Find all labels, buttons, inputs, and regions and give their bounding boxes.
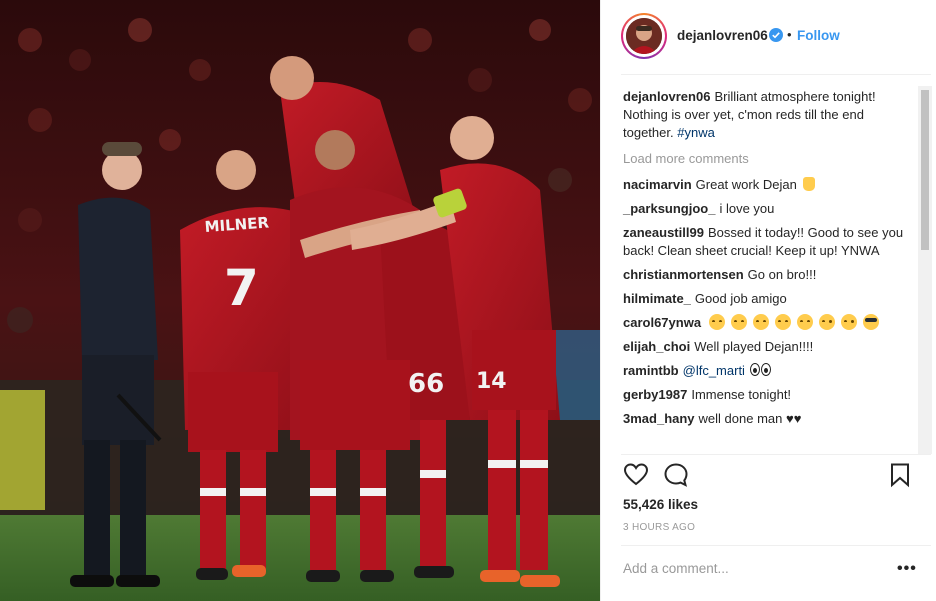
comment-text: well done man xyxy=(698,411,783,426)
black-heart-icon: ♥♥ xyxy=(786,411,802,426)
post-photo[interactable]: MILNER 7 66 14 xyxy=(0,0,600,601)
like-heart-icon[interactable] xyxy=(623,462,649,488)
comment-username[interactable]: zaneaustill99 xyxy=(623,225,704,240)
instagram-post: MILNER 7 66 14 dejanlovren06 • Follow de… xyxy=(0,0,936,601)
sunglasses-emoji-icon xyxy=(862,314,879,330)
post-timestamp[interactable]: 3 HOURS AGO xyxy=(623,522,695,533)
comment-username[interactable]: nacimarvin xyxy=(623,177,692,192)
hugging-emoji-icon xyxy=(774,314,791,330)
divider xyxy=(621,454,931,455)
comment-username[interactable]: 3mad_hany xyxy=(623,411,695,426)
save-bookmark-icon[interactable] xyxy=(887,462,913,488)
hugging-emoji-icon xyxy=(752,314,769,330)
comment-item: _parksungjoo_ i love you xyxy=(623,200,913,218)
hugging-emoji-icon xyxy=(708,314,725,330)
add-comment-input[interactable]: Add a comment... xyxy=(623,561,883,576)
comment-item: nacimarvin Great work Dejan xyxy=(623,176,913,194)
comments-scrollbar[interactable] xyxy=(918,86,932,454)
post-header: dejanlovren06 • Follow xyxy=(601,0,936,74)
comment-text: Go on bro!!! xyxy=(747,267,817,282)
comments-list: dejanlovren06 Brilliant atmosphere tonigh… xyxy=(623,88,913,434)
avatar[interactable] xyxy=(626,18,662,54)
comment-item: elijah_choi Well played Dejan!!!! xyxy=(623,338,913,356)
comment-username[interactable]: gerby1987 xyxy=(623,387,687,402)
comment-username[interactable]: christianmortensen xyxy=(623,267,744,282)
kissing-emoji-icon xyxy=(818,314,835,330)
eyes-emoji-icon xyxy=(760,363,771,376)
scrollbar-thumb[interactable] xyxy=(921,90,929,250)
shirt-number-print: 7 xyxy=(224,259,259,317)
comment-text: i love you xyxy=(719,201,775,216)
post-actions xyxy=(621,462,921,492)
avatar-story-ring[interactable] xyxy=(621,13,667,59)
post-side-panel: dejanlovren06 • Follow dejanlovren06 Bril… xyxy=(600,0,936,601)
comment-text: Well played Dejan!!!! xyxy=(694,339,814,354)
comment-username[interactable]: carol67ynwa xyxy=(623,315,701,330)
comment-mention[interactable]: @lfc_marti xyxy=(683,363,745,378)
follow-button[interactable]: Follow xyxy=(797,28,840,43)
caption-username[interactable]: dejanlovren06 xyxy=(623,89,710,104)
comment-text: Immense tonight! xyxy=(691,387,792,402)
hugging-emoji-icon xyxy=(730,314,747,330)
comment-item: carol67ynwa xyxy=(623,314,913,332)
load-more-comments-link[interactable]: Load more comments xyxy=(623,150,913,168)
kissing-emoji-icon xyxy=(840,314,857,330)
comment-item: gerby1987 Immense tonight! xyxy=(623,386,913,404)
comment-item: zaneaustill99 Bossed it today!! Good to s… xyxy=(623,224,913,260)
comment-item: hilmimate_ Good job amigo xyxy=(623,290,913,308)
shorts-number-print-2: 14 xyxy=(476,369,507,394)
divider xyxy=(621,74,931,75)
verified-badge-icon xyxy=(769,28,783,42)
raised-hand-emoji-icon xyxy=(803,177,816,191)
comment-item: 3mad_hany well done man ♥♥ xyxy=(623,410,913,428)
comment-username[interactable]: ramintbb xyxy=(623,363,679,378)
hugging-emoji-icon xyxy=(796,314,813,330)
comment-text: Good job amigo xyxy=(694,291,787,306)
comment-username[interactable]: _parksungjoo_ xyxy=(623,201,715,216)
comment-item: christianmortensen Go on bro!!! xyxy=(623,266,913,284)
divider xyxy=(621,545,931,546)
caption: dejanlovren06 Brilliant atmosphere tonigh… xyxy=(623,88,913,142)
comment-username[interactable]: elijah_choi xyxy=(623,339,690,354)
caption-hashtag[interactable]: #ynwa xyxy=(677,125,715,140)
shorts-number-print: 66 xyxy=(408,369,444,399)
post-author-username[interactable]: dejanlovren06 xyxy=(677,28,768,43)
header-separator-dot: • xyxy=(787,27,792,42)
comment-username[interactable]: hilmimate_ xyxy=(623,291,691,306)
eyes-emoji-icon xyxy=(749,363,760,376)
comment-bubble-icon[interactable] xyxy=(663,462,689,488)
likes-count[interactable]: 55,426 likes xyxy=(623,497,698,512)
comment-text: Great work Dejan xyxy=(695,177,797,192)
more-options-icon[interactable]: ••• xyxy=(897,560,917,578)
celebration-image: MILNER 7 66 14 xyxy=(0,0,600,601)
comment-item: ramintbb @lfc_marti xyxy=(623,362,913,380)
